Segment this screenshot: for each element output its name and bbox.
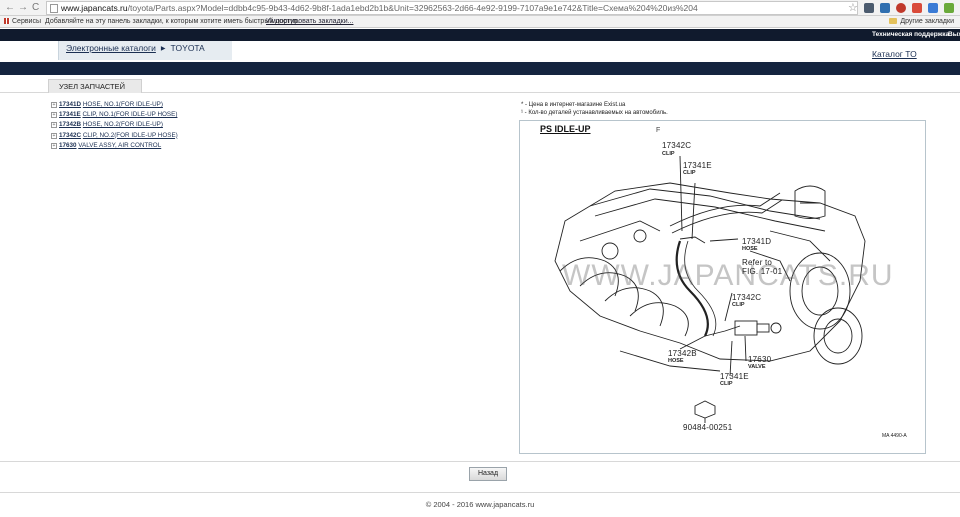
callout-17341d[interactable]: 17341D <box>742 237 771 246</box>
exit-link[interactable]: Вых <box>948 29 960 41</box>
diagram-fig-mark: F <box>656 127 661 134</box>
breadcrumb-brand: TOYOTA <box>170 43 205 53</box>
back-arrow-icon[interactable]: ← <box>5 2 15 14</box>
callout-fig[interactable]: FIG. 17-01 <box>742 267 782 276</box>
forward-arrow-icon[interactable]: → <box>18 2 28 14</box>
callout-clip-bottom: CLIP <box>720 381 733 387</box>
header-band <box>0 62 960 75</box>
callout-17630[interactable]: 17630 <box>748 355 771 364</box>
import-bookmarks-link[interactable]: Импортировать закладки... <box>266 16 353 28</box>
part-code[interactable]: 17341D <box>59 101 81 108</box>
callout-refer: Refer to <box>742 258 773 267</box>
callout-hose-1: HOSE <box>742 246 758 252</box>
browser-toolbar: ← → C www.japancats.ru/toyota/Parts.aspx… <box>0 0 960 16</box>
url-domain: www.japancats.ru <box>61 3 128 13</box>
expand-icon[interactable]: + <box>51 122 57 129</box>
catalog-to-link[interactable]: Каталог ТО <box>872 49 917 59</box>
list-item[interactable]: +17341E CLIP, NO.1(FOR IDLE-UP HOSE) <box>51 110 178 120</box>
callout-17341e-top[interactable]: 17341E <box>683 161 712 170</box>
list-item[interactable]: +17342B HOSE, NO.2(FOR IDLE-UP) <box>51 120 178 130</box>
part-name[interactable]: CLIP, NO.1(FOR IDLE-UP HOSE) <box>82 111 177 118</box>
youtube-extension-icon[interactable] <box>912 3 922 13</box>
notes: * - Цена в интернет-магазине Exist.ua ¹ … <box>521 101 668 117</box>
part-code[interactable]: 17342C <box>59 132 81 139</box>
callout-clip-top: CLIP <box>662 151 675 157</box>
folder-icon <box>889 18 898 24</box>
section-divider <box>0 92 960 93</box>
footer-divider-top <box>0 461 960 462</box>
diagram-code: MA 4490-A <box>882 433 907 439</box>
apps-grid-icon <box>4 18 10 24</box>
callout-17342b[interactable]: 17342B <box>668 349 697 358</box>
top-nav-bar: Техническая поддержка Вых <box>0 29 960 41</box>
list-item[interactable]: +17342C CLIP, NO.2(FOR IDLE-UP HOSE) <box>51 131 178 141</box>
parts-list: +17341D HOSE, NO.1(FOR IDLE-UP) +17341E … <box>51 100 178 151</box>
apps-label: Сервисы <box>12 18 42 25</box>
adblock-icon[interactable] <box>896 3 906 13</box>
url-path: /toyota/Parts.aspx?Model=ddbb4c95-9b43-4… <box>127 3 698 13</box>
callout-17342c-mid[interactable]: 17342C <box>732 293 761 302</box>
diagram-watermark: WWW.JAPANCATS.RU <box>562 259 894 292</box>
breadcrumb-catalogs-link[interactable]: Электронные каталоги <box>66 43 156 53</box>
part-name[interactable]: HOSE, NO.1(FOR IDLE-UP) <box>83 101 163 108</box>
part-code[interactable]: 17341E <box>59 111 81 118</box>
support-link[interactable]: Техническая поддержка <box>872 29 949 41</box>
breadcrumb-arrow-icon: ▶ <box>160 46 166 52</box>
part-name[interactable]: HOSE, NO.2(FOR IDLE-UP) <box>83 121 163 128</box>
callout-90484[interactable]: 90484-00251 <box>683 423 732 432</box>
copyright: © 2004 - 2016 www.japancats.ru <box>425 500 535 509</box>
part-code[interactable]: 17630 <box>59 142 77 149</box>
list-item[interactable]: +17341D HOSE, NO.1(FOR IDLE-UP) <box>51 100 178 110</box>
bookmark-star-icon[interactable]: ☆ <box>848 1 858 14</box>
download-extension-icon[interactable] <box>880 3 890 13</box>
callout-hose-2: HOSE <box>668 358 684 364</box>
section-tab: УЗЕЛ ЗАПЧАСТЕЙ <box>48 79 142 93</box>
note-quantity: ¹ - Кол-во деталей устанавливаемых на ав… <box>521 110 668 116</box>
translate-extension-icon[interactable] <box>928 3 938 13</box>
extension-icon[interactable] <box>864 3 874 13</box>
diagram-title: PS IDLE-UP <box>540 124 591 134</box>
callout-valve: VALVE <box>748 364 766 370</box>
breadcrumb: Электронные каталоги ▶ TOYOTA <box>58 41 232 60</box>
expand-icon[interactable]: + <box>51 112 57 119</box>
callout-17341e-bottom[interactable]: 17341E <box>720 372 749 381</box>
expand-icon[interactable]: + <box>51 102 57 108</box>
footer-divider <box>0 492 960 493</box>
part-name[interactable]: VALVE ASSY, AIR CONTROL <box>78 142 161 149</box>
apps-shortcut[interactable]: Сервисы <box>4 16 41 28</box>
expand-icon[interactable]: + <box>51 132 57 139</box>
callout-clip-mid: CLIP <box>732 302 745 308</box>
note-price: * - Цена в интернет-магазине Exist.ua <box>521 102 626 108</box>
back-button[interactable]: Назад <box>469 467 507 481</box>
reload-icon[interactable]: C <box>32 2 39 14</box>
callout-clip-top-2: CLIP <box>683 170 696 176</box>
page-icon <box>50 4 58 13</box>
part-name[interactable]: CLIP, NO.2(FOR IDLE-UP HOSE) <box>83 132 178 139</box>
other-bookmarks-label: Другие закладки <box>900 18 954 25</box>
green-extension-icon[interactable] <box>944 3 954 13</box>
list-item[interactable]: +17630 VALVE ASSY, AIR CONTROL <box>51 141 178 151</box>
bookmarks-hint: Добавляйте на эту панель закладки, к кот… <box>45 18 300 25</box>
part-code[interactable]: 17342B <box>59 121 81 128</box>
bookmarks-bar: Сервисы Добавляйте на эту панель закладк… <box>0 16 960 28</box>
other-bookmarks[interactable]: Другие закладки <box>889 16 954 28</box>
callout-17342c-top[interactable]: 17342C <box>662 141 691 150</box>
address-bar[interactable]: www.japancats.ru/toyota/Parts.aspx?Model… <box>46 1 858 15</box>
expand-icon[interactable]: + <box>51 142 57 149</box>
parts-diagram[interactable]: PS IDLE-UP F WWW.JAPANCATS.RU 17342C CLI… <box>519 120 926 454</box>
